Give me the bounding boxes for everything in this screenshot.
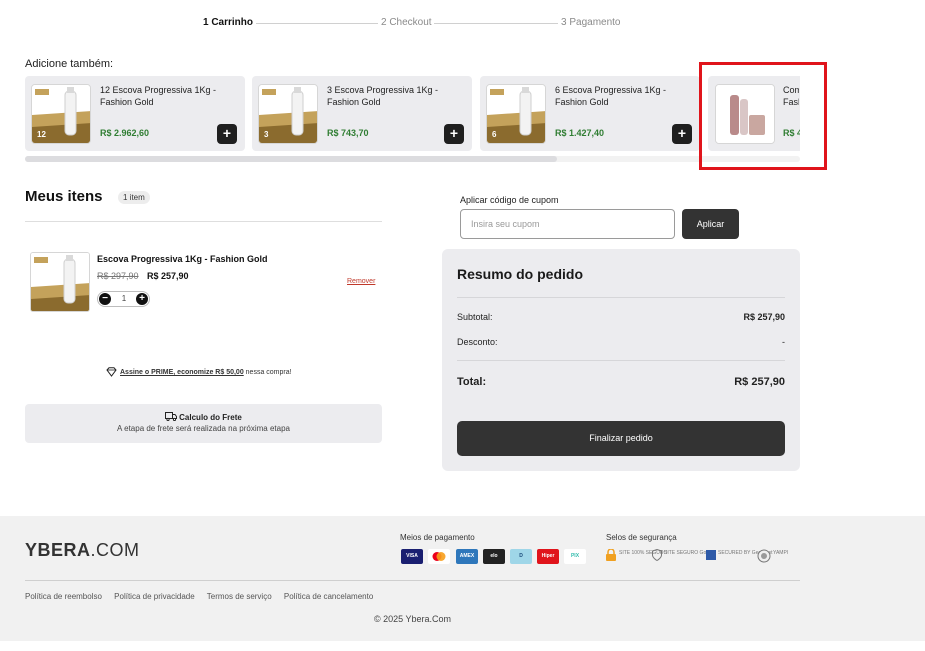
checkout-steps: 1 Carrinho 2 Checkout 3 Pagamento	[200, 12, 630, 32]
refund-policy-link[interactable]: Política de reembolso	[25, 592, 102, 601]
footer-links: Política de reembolso Política de privac…	[25, 592, 383, 601]
pix-icon: PIX	[564, 549, 586, 564]
diners-icon: D	[510, 549, 532, 564]
payment-methods-title: Meios de pagamento	[400, 533, 475, 542]
cart-item-image	[30, 252, 90, 312]
upsell-product-name: 6 Escova Progressiva 1Kg - Fashion Gold	[555, 85, 667, 107]
pack-count-label: 6	[492, 130, 497, 139]
quantity-stepper: − 1 +	[97, 291, 150, 307]
cancellation-policy-link[interactable]: Política de cancelamento	[284, 592, 373, 601]
total-label: Total:	[457, 376, 487, 388]
pack-count-label: 3	[264, 130, 269, 139]
step-divider	[256, 23, 378, 24]
pack-count-label: 12	[37, 130, 46, 139]
upsell-product-name: 12 Escova Progressiva 1Kg - Fashion Gold	[100, 85, 217, 107]
increase-qty-button[interactable]: +	[136, 293, 148, 305]
divider	[457, 360, 785, 361]
apply-coupon-button[interactable]: Aplicar	[682, 209, 739, 239]
step-checkout: 2 Checkout	[381, 17, 432, 28]
prime-offer: Assine o PRIME, economize R$ 50,00 nessa…	[106, 367, 292, 377]
copyright: © 2025 Ybera.Com	[373, 614, 451, 624]
hipercard-icon: Hiper	[537, 549, 559, 564]
decrease-qty-button[interactable]: −	[99, 293, 111, 305]
prime-link[interactable]: Assine o PRIME, economize R$ 50,00	[120, 369, 244, 376]
discount-row: Desconto: -	[457, 337, 785, 347]
security-seals-title: Selos de segurança	[606, 533, 677, 542]
add-to-cart-button[interactable]: +	[217, 124, 237, 144]
add-to-cart-button[interactable]: +	[672, 124, 692, 144]
elo-icon: elo	[483, 549, 505, 564]
discount-label: Desconto:	[457, 337, 498, 347]
cart-item-name: Escova Progressiva 1Kg - Fashion Gold	[97, 254, 268, 264]
geotrust-seal-icon: SECURED BY GeoTrust	[706, 549, 772, 565]
subtotal-row: Subtotal: R$ 257,90	[457, 312, 785, 322]
carousel-scroll-thumb[interactable]	[25, 156, 557, 162]
subtotal-value: R$ 257,90	[743, 312, 785, 322]
diamond-icon	[106, 367, 117, 377]
google-safe-seal-icon: SITE SEGURO Google	[652, 549, 716, 565]
item-count-badge: 1 item	[118, 191, 150, 204]
highlight-box	[699, 62, 827, 170]
terms-of-service-link[interactable]: Termos de serviço	[207, 592, 272, 601]
total-row: Total: R$ 257,90	[457, 376, 785, 388]
shipping-title: Calculo do Frete	[25, 412, 382, 422]
discount-value: -	[782, 337, 785, 347]
footer: YBERA.COM Meios de pagamento VISA AMEX e…	[0, 516, 925, 641]
truck-icon	[165, 412, 178, 422]
step-payment: 3 Pagamento	[561, 17, 621, 28]
product-image: 6	[486, 84, 546, 144]
cart-item-price: R$ 257,90	[147, 271, 189, 281]
step-cart: 1 Carrinho	[203, 17, 254, 28]
shipping-subtitle: A etapa de frete será realizada na próxi…	[117, 424, 290, 433]
privacy-policy-link[interactable]: Política de privacidade	[114, 592, 195, 601]
prime-text: nessa compra!	[243, 368, 292, 376]
upsell-title: Adicione também:	[25, 58, 114, 70]
ybera-logo[interactable]: YBERA.COM	[25, 540, 140, 561]
visa-icon: VISA	[401, 549, 423, 564]
divider	[25, 221, 382, 222]
coupon-input[interactable]	[460, 209, 675, 239]
quantity-value[interactable]: 1	[118, 294, 130, 303]
subtotal-label: Subtotal:	[457, 312, 493, 322]
product-image: 3	[258, 84, 318, 144]
total-value: R$ 257,90	[734, 376, 785, 388]
coupon-label: Aplicar código de cupom	[460, 195, 559, 205]
yampi-seal-icon: YAMPI	[757, 549, 799, 565]
divider	[457, 297, 785, 298]
upsell-product-price: R$ 743,70	[327, 128, 369, 138]
upsell-product-price: R$ 1.427,40	[555, 128, 605, 138]
summary-title: Resumo do pedido	[457, 266, 583, 282]
upsell-product-price: R$ 2.962,60	[100, 128, 150, 138]
upsell-product-name: 3 Escova Progressiva 1Kg - Fashion Gold	[327, 85, 439, 107]
upsell-card[interactable]: 6 6 Escova Progressiva 1Kg - Fashion Gol…	[480, 76, 700, 151]
divider	[25, 580, 800, 581]
finish-order-button[interactable]: Finalizar pedido	[457, 421, 785, 456]
order-summary: Resumo do pedido Subtotal: R$ 257,90 Des…	[442, 249, 800, 471]
amex-icon: AMEX	[456, 549, 478, 564]
safe-site-seal-icon: SITE 100% SEGURO	[605, 549, 667, 565]
step-divider	[434, 23, 558, 24]
carousel-scrollbar[interactable]	[25, 156, 800, 162]
upsell-card[interactable]: 12 12 Escova Progressiva 1Kg - Fashion G…	[25, 76, 245, 151]
remove-item-link[interactable]: Remover	[347, 278, 375, 285]
shipping-info-box: Calculo do Frete A etapa de frete será r…	[25, 404, 382, 443]
product-image: 12	[31, 84, 91, 144]
upsell-carousel: 12 12 Escova Progressiva 1Kg - Fashion G…	[25, 76, 800, 152]
cart-title: Meus itens	[25, 188, 103, 205]
add-to-cart-button[interactable]: +	[444, 124, 464, 144]
upsell-card[interactable]: 3 3 Escova Progressiva 1Kg - Fashion Gol…	[252, 76, 472, 151]
cart-item-old-price: R$ 297,90	[97, 271, 139, 281]
mastercard-icon	[428, 549, 450, 564]
